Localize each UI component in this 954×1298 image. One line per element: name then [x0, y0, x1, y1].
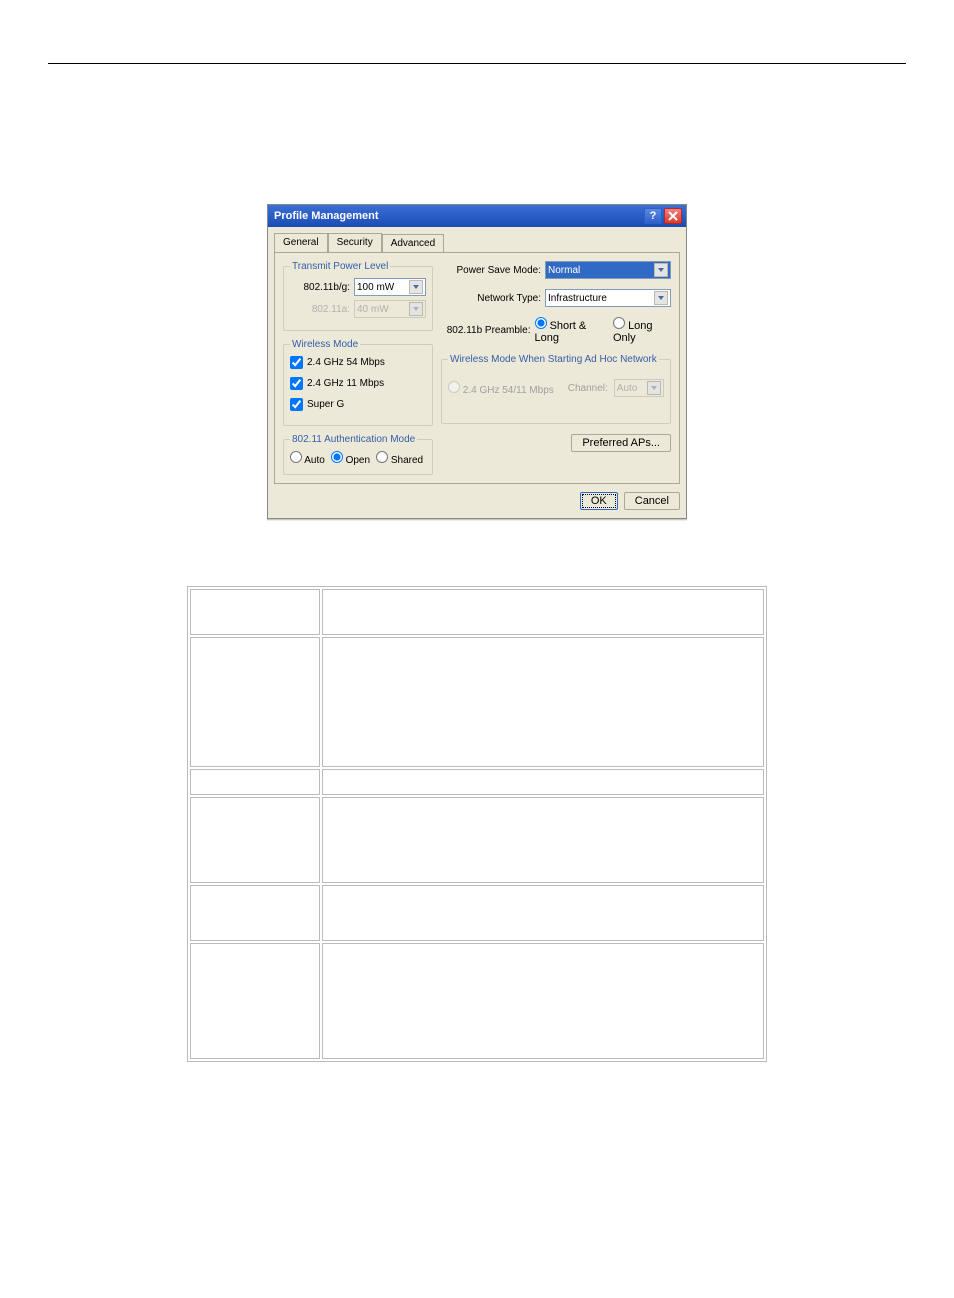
bg-label: 802.11b/g: [290, 282, 350, 293]
nt-label: Network Type: [441, 293, 541, 304]
chevron-down-icon [654, 291, 668, 305]
wireless-mode-group: Wireless Mode 2.4 GHz 54 Mbps 2.4 GHz 11… [283, 339, 433, 426]
adhoc-mode-group: Wireless Mode When Starting Ad Hoc Netwo… [441, 354, 671, 424]
adhoc-mode-radio: 2.4 GHz 54/11 Mbps [448, 381, 554, 396]
auth-mode-legend: 802.11 Authentication Mode [290, 434, 417, 445]
nt-value: Infrastructure [548, 293, 654, 304]
channel-select: Auto [614, 379, 664, 397]
tab-advanced[interactable]: Advanced [382, 234, 444, 253]
mode-54-checkbox[interactable]: 2.4 GHz 54 Mbps [290, 356, 426, 369]
page-divider [48, 63, 906, 64]
tabpanel-advanced: Transmit Power Level 802.11b/g: 100 mW 8… [274, 252, 680, 484]
auth-mode-group: 802.11 Authentication Mode Auto Open Sha… [283, 434, 433, 475]
preamble-longonly-radio[interactable]: Long Only [613, 317, 671, 344]
titlebar: Profile Management ? [268, 205, 686, 227]
transmit-power-level-group: Transmit Power Level 802.11b/g: 100 mW 8… [283, 261, 433, 331]
cancel-button[interactable]: Cancel [624, 492, 680, 510]
table-row [190, 797, 764, 883]
auth-auto-label: Auto [304, 455, 325, 466]
table-row [190, 589, 764, 635]
auth-open-label: Open [346, 455, 370, 466]
preferred-aps-button[interactable]: Preferred APs... [571, 434, 671, 452]
bg-power-select[interactable]: 100 mW [354, 278, 426, 296]
mode-54-label: 2.4 GHz 54 Mbps [307, 357, 385, 368]
auth-shared-radio[interactable]: Shared [376, 451, 423, 466]
bg-power-value: 100 mW [357, 282, 409, 293]
help-icon: ? [650, 210, 657, 222]
table-row [190, 637, 764, 767]
auth-shared-label: Shared [391, 455, 423, 466]
profile-management-dialog: Profile Management ? General Security Ad… [267, 204, 687, 519]
a-power-select: 40 mW [354, 300, 426, 318]
mode-11-label: 2.4 GHz 11 Mbps [307, 378, 384, 389]
chevron-down-icon [647, 381, 661, 395]
mode-superg-label: Super G [307, 399, 344, 410]
chevron-down-icon [654, 263, 668, 277]
auth-open-radio[interactable]: Open [331, 451, 370, 466]
channel-value: Auto [617, 383, 647, 394]
close-button[interactable] [664, 208, 682, 224]
ok-button[interactable]: OK [580, 492, 618, 510]
psm-select[interactable]: Normal [545, 261, 671, 279]
tab-security[interactable]: Security [328, 233, 382, 252]
table-row [190, 885, 764, 941]
psm-value: Normal [548, 265, 654, 276]
psm-label: Power Save Mode: [441, 265, 541, 276]
preamble-label: 802.11b Preamble: [441, 325, 531, 336]
window-title: Profile Management [272, 210, 642, 222]
a-power-value: 40 mW [357, 304, 409, 315]
chevron-down-icon [409, 280, 423, 294]
close-icon [668, 211, 678, 221]
wireless-mode-legend: Wireless Mode [290, 339, 360, 350]
table-row [190, 943, 764, 1059]
channel-label: Channel: [568, 383, 608, 394]
auth-auto-radio[interactable]: Auto [290, 451, 325, 466]
transmit-power-legend: Transmit Power Level [290, 261, 390, 272]
tabs: General Security Advanced [274, 233, 680, 252]
adhoc-mode-label: 2.4 GHz 54/11 Mbps [463, 385, 554, 396]
tab-general[interactable]: General [274, 233, 328, 252]
help-button[interactable]: ? [644, 208, 662, 224]
mode-11-checkbox[interactable]: 2.4 GHz 11 Mbps [290, 377, 426, 390]
a-label: 802.11a: [290, 304, 350, 315]
mode-superg-checkbox[interactable]: Super G [290, 398, 426, 411]
nt-select[interactable]: Infrastructure [545, 289, 671, 307]
preamble-shortlong-radio[interactable]: Short & Long [535, 317, 606, 344]
adhoc-legend: Wireless Mode When Starting Ad Hoc Netwo… [448, 354, 659, 365]
table-row [190, 769, 764, 795]
description-table [187, 586, 767, 1062]
chevron-down-icon [409, 302, 423, 316]
